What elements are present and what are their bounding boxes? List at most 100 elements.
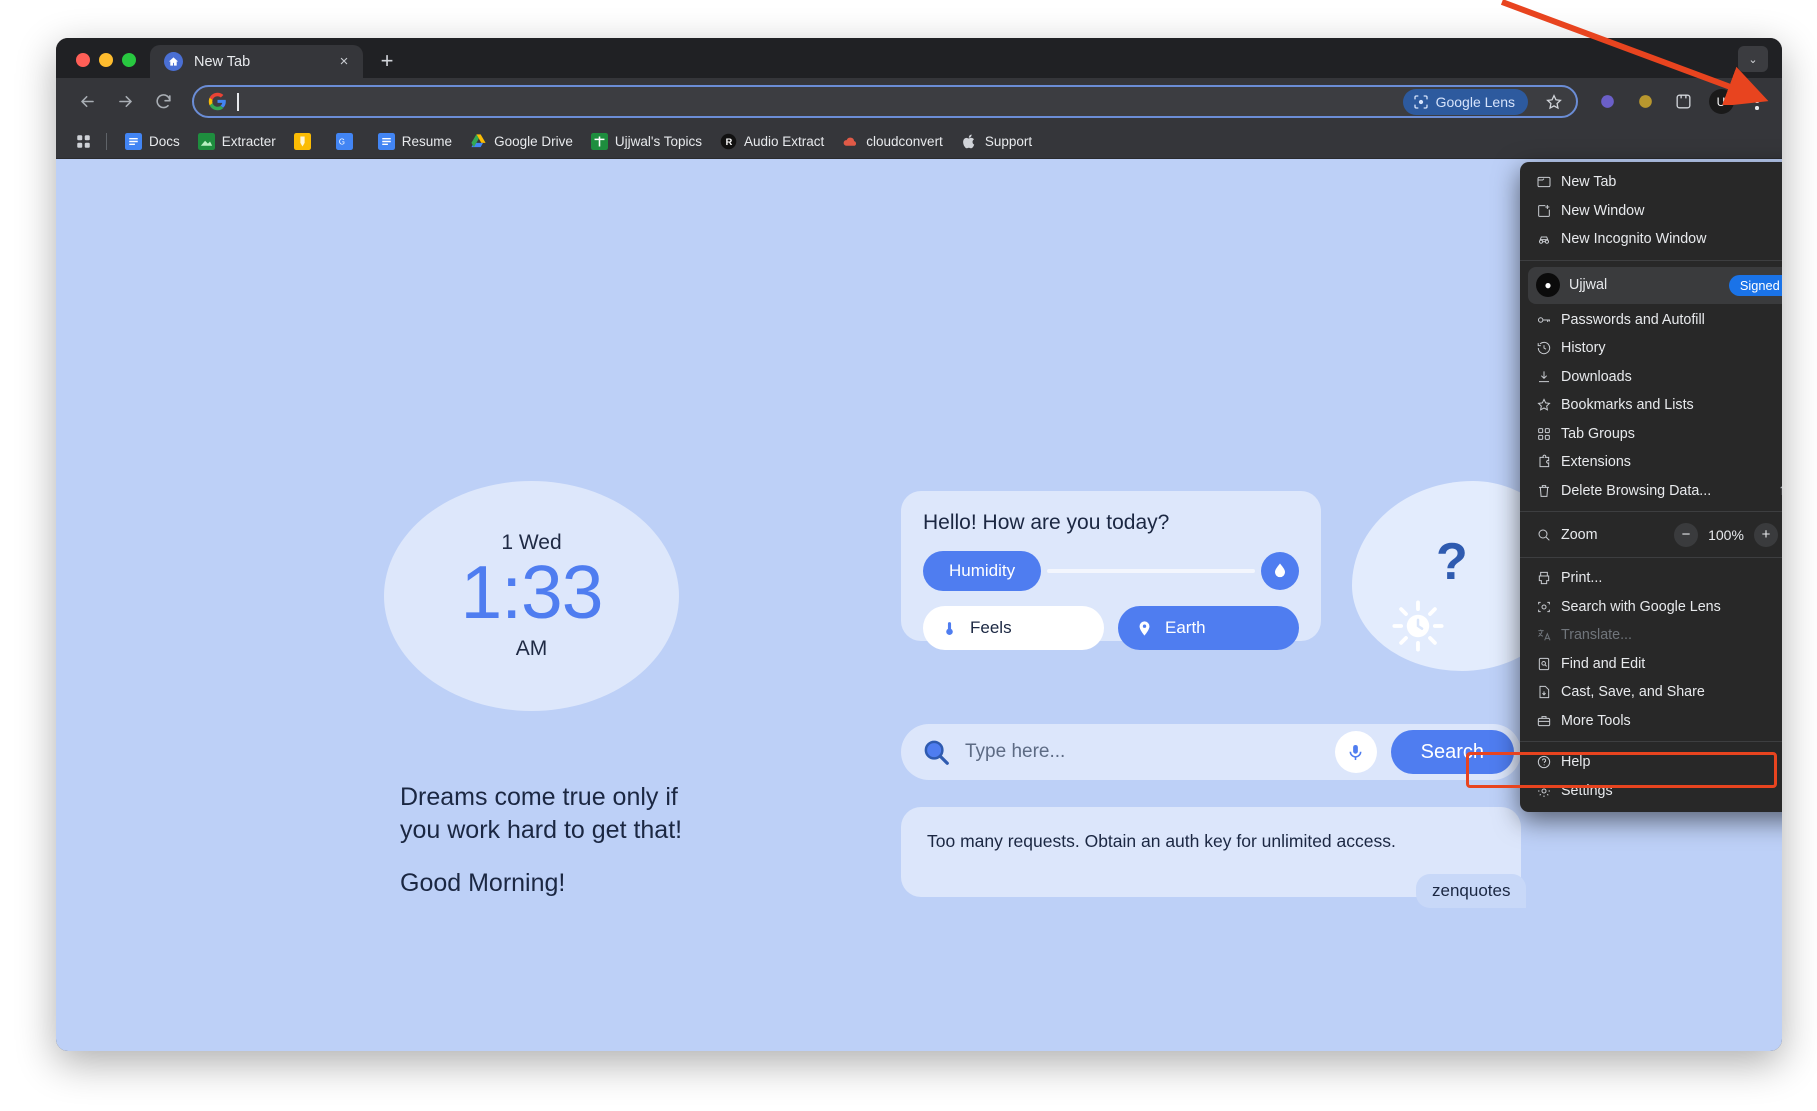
humidity-track xyxy=(1047,569,1255,573)
maximize-window-button[interactable] xyxy=(122,53,136,67)
cloud-icon xyxy=(843,137,857,146)
menu-item-more-tools[interactable]: More Tools › xyxy=(1520,707,1782,736)
bookmark-google-drive[interactable]: Google Drive xyxy=(462,129,581,154)
apps-grid-icon[interactable] xyxy=(70,130,96,154)
history-icon xyxy=(1536,340,1561,356)
google-docs-icon xyxy=(125,133,142,150)
browser-window: New Tab × + ⌄ Google Lens U Docs Extract… xyxy=(56,38,1782,1051)
toolbox-icon xyxy=(1536,713,1561,729)
clock-ampm: AM xyxy=(515,636,548,660)
star-icon xyxy=(1536,397,1561,413)
magnifier-icon xyxy=(924,740,949,765)
menu-item-label: Extensions xyxy=(1561,454,1631,471)
page-search-bar[interactable]: Type here... Search xyxy=(901,724,1521,780)
drive-icon xyxy=(471,134,486,148)
lens-icon xyxy=(1413,94,1428,109)
bookmark-label: Ujjwal's Topics xyxy=(614,134,702,149)
translate-icon xyxy=(1536,627,1561,643)
bookmark-label: Docs xyxy=(149,134,180,149)
quote-block: Dreams come true only if you work hard t… xyxy=(400,781,820,900)
bookmark-cloudconvert[interactable]: cloudconvert xyxy=(834,129,951,154)
menu-item-downloads[interactable]: Downloads ⌥⌘L xyxy=(1520,363,1782,392)
new-window-icon xyxy=(1536,203,1561,219)
menu-item-delete-browsing-data[interactable]: Delete Browsing Data... ⇧⌘⌫ xyxy=(1520,477,1782,506)
menu-item-bookmarks-and-lists[interactable]: Bookmarks and Lists › xyxy=(1520,391,1782,420)
bookmark-audio-extract[interactable]: R Audio Extract xyxy=(712,129,832,154)
menu-item-new-tab[interactable]: New Tab ⌘T xyxy=(1520,168,1782,197)
zoom-level-value: 100% xyxy=(1708,526,1744,543)
minimize-window-button[interactable] xyxy=(99,53,113,67)
menu-separator xyxy=(1520,741,1782,742)
menu-item-tab-groups[interactable]: Tab Groups › xyxy=(1520,420,1782,449)
menu-item-search-with-google-lens[interactable]: Search with Google Lens xyxy=(1520,593,1782,622)
menu-item-history[interactable]: History › xyxy=(1520,334,1782,363)
apple-icon xyxy=(962,134,974,149)
close-tab-button[interactable]: × xyxy=(335,53,353,71)
forward-arrow-icon[interactable] xyxy=(108,85,142,119)
weather-buttons-row: Feels Earth xyxy=(923,606,1299,650)
bookmark-translate[interactable]: G xyxy=(328,129,368,154)
location-button[interactable]: Earth xyxy=(1118,606,1299,650)
bookmark-extracter[interactable]: Extracter xyxy=(190,129,284,154)
menu-item-accel: ⇧⌘⌫ xyxy=(1778,483,1782,499)
zoom-label: Zoom xyxy=(1561,526,1598,543)
reload-icon[interactable] xyxy=(146,85,180,119)
sheets-icon xyxy=(590,133,608,150)
menu-item-print[interactable]: Print... ⌘P xyxy=(1520,564,1782,593)
user-avatar: ● xyxy=(1536,273,1560,297)
zoom-out-button[interactable]: − xyxy=(1674,522,1698,547)
extension-icon xyxy=(1536,454,1561,470)
menu-zoom-row: Zoom − 100% + xyxy=(1520,518,1782,551)
humidity-label[interactable]: Humidity xyxy=(923,551,1042,591)
svg-text:R: R xyxy=(726,137,733,147)
key-icon xyxy=(1536,312,1561,328)
download-icon xyxy=(1536,369,1561,385)
quote-source-badge[interactable]: zenquotes xyxy=(1416,874,1527,908)
address-bar[interactable]: Google Lens xyxy=(192,85,1578,118)
weather-unknown-mark: ? xyxy=(1436,533,1468,591)
new-tab-button[interactable]: + xyxy=(373,47,401,75)
location-label: Earth xyxy=(1165,618,1206,637)
menu-item-passwords-and-autofill[interactable]: Passwords and Autofill › xyxy=(1520,306,1782,335)
trash-icon xyxy=(1536,483,1561,499)
chrome-three-dot-menu: New Tab ⌘T New Window ⌘N New Incognito W… xyxy=(1520,162,1782,812)
menu-separator xyxy=(1520,557,1782,558)
home-icon xyxy=(164,52,183,71)
menu-item-help[interactable]: Help › xyxy=(1520,748,1782,777)
r-circle-icon: R xyxy=(720,133,737,150)
menu-item-label: New Window xyxy=(1561,202,1645,219)
cast-icon xyxy=(1536,684,1561,700)
close-window-button[interactable] xyxy=(76,53,90,67)
menu-item-find-and-edit[interactable]: Find and Edit › xyxy=(1520,650,1782,679)
svg-text:G: G xyxy=(339,137,345,146)
bookmark-support[interactable]: Support xyxy=(953,129,1040,154)
grid-icon xyxy=(1536,426,1561,442)
bookmark-resume[interactable]: Resume xyxy=(370,129,460,154)
bookmark-keep[interactable] xyxy=(286,129,326,154)
menu-item-profile[interactable]: ● Ujjwal Signed in › xyxy=(1528,266,1782,304)
printer-icon xyxy=(1536,570,1561,586)
menu-item-label: Tab Groups xyxy=(1561,425,1635,442)
menu-item-new-window[interactable]: New Window ⌘N xyxy=(1520,197,1782,226)
bookmark-docs[interactable]: Docs xyxy=(117,129,188,154)
menu-item-label: Translate... xyxy=(1561,627,1632,644)
bookmark-ujjwals-topics[interactable]: Ujjwal's Topics xyxy=(583,129,710,154)
menu-item-new-incognito-window[interactable]: New Incognito Window ⇧⌘N xyxy=(1520,225,1782,254)
menu-item-label: Downloads xyxy=(1561,368,1632,385)
search-submit-button[interactable]: Search xyxy=(1390,730,1514,774)
zoom-in-button[interactable]: + xyxy=(1754,522,1778,547)
menu-separator xyxy=(1520,511,1782,512)
feels-label: Feels xyxy=(970,618,1012,637)
menu-item-label: Search with Google Lens xyxy=(1561,598,1721,615)
menu-item-extensions[interactable]: Extensions › xyxy=(1520,448,1782,477)
clock-time: 1:33 xyxy=(460,550,604,635)
page-search-input[interactable]: Type here... xyxy=(965,741,1321,763)
menu-item-settings[interactable]: Settings ⌘, xyxy=(1520,777,1782,806)
bookmark-label: Extracter xyxy=(221,134,276,149)
feels-button[interactable]: Feels xyxy=(923,606,1104,650)
new-tab-icon xyxy=(1536,174,1561,190)
browser-tab[interactable]: New Tab × xyxy=(150,45,363,78)
back-arrow-icon[interactable] xyxy=(70,85,104,119)
menu-item-cast-save-and-share[interactable]: Cast, Save, and Share › xyxy=(1520,678,1782,707)
microphone-icon[interactable] xyxy=(1334,731,1377,773)
